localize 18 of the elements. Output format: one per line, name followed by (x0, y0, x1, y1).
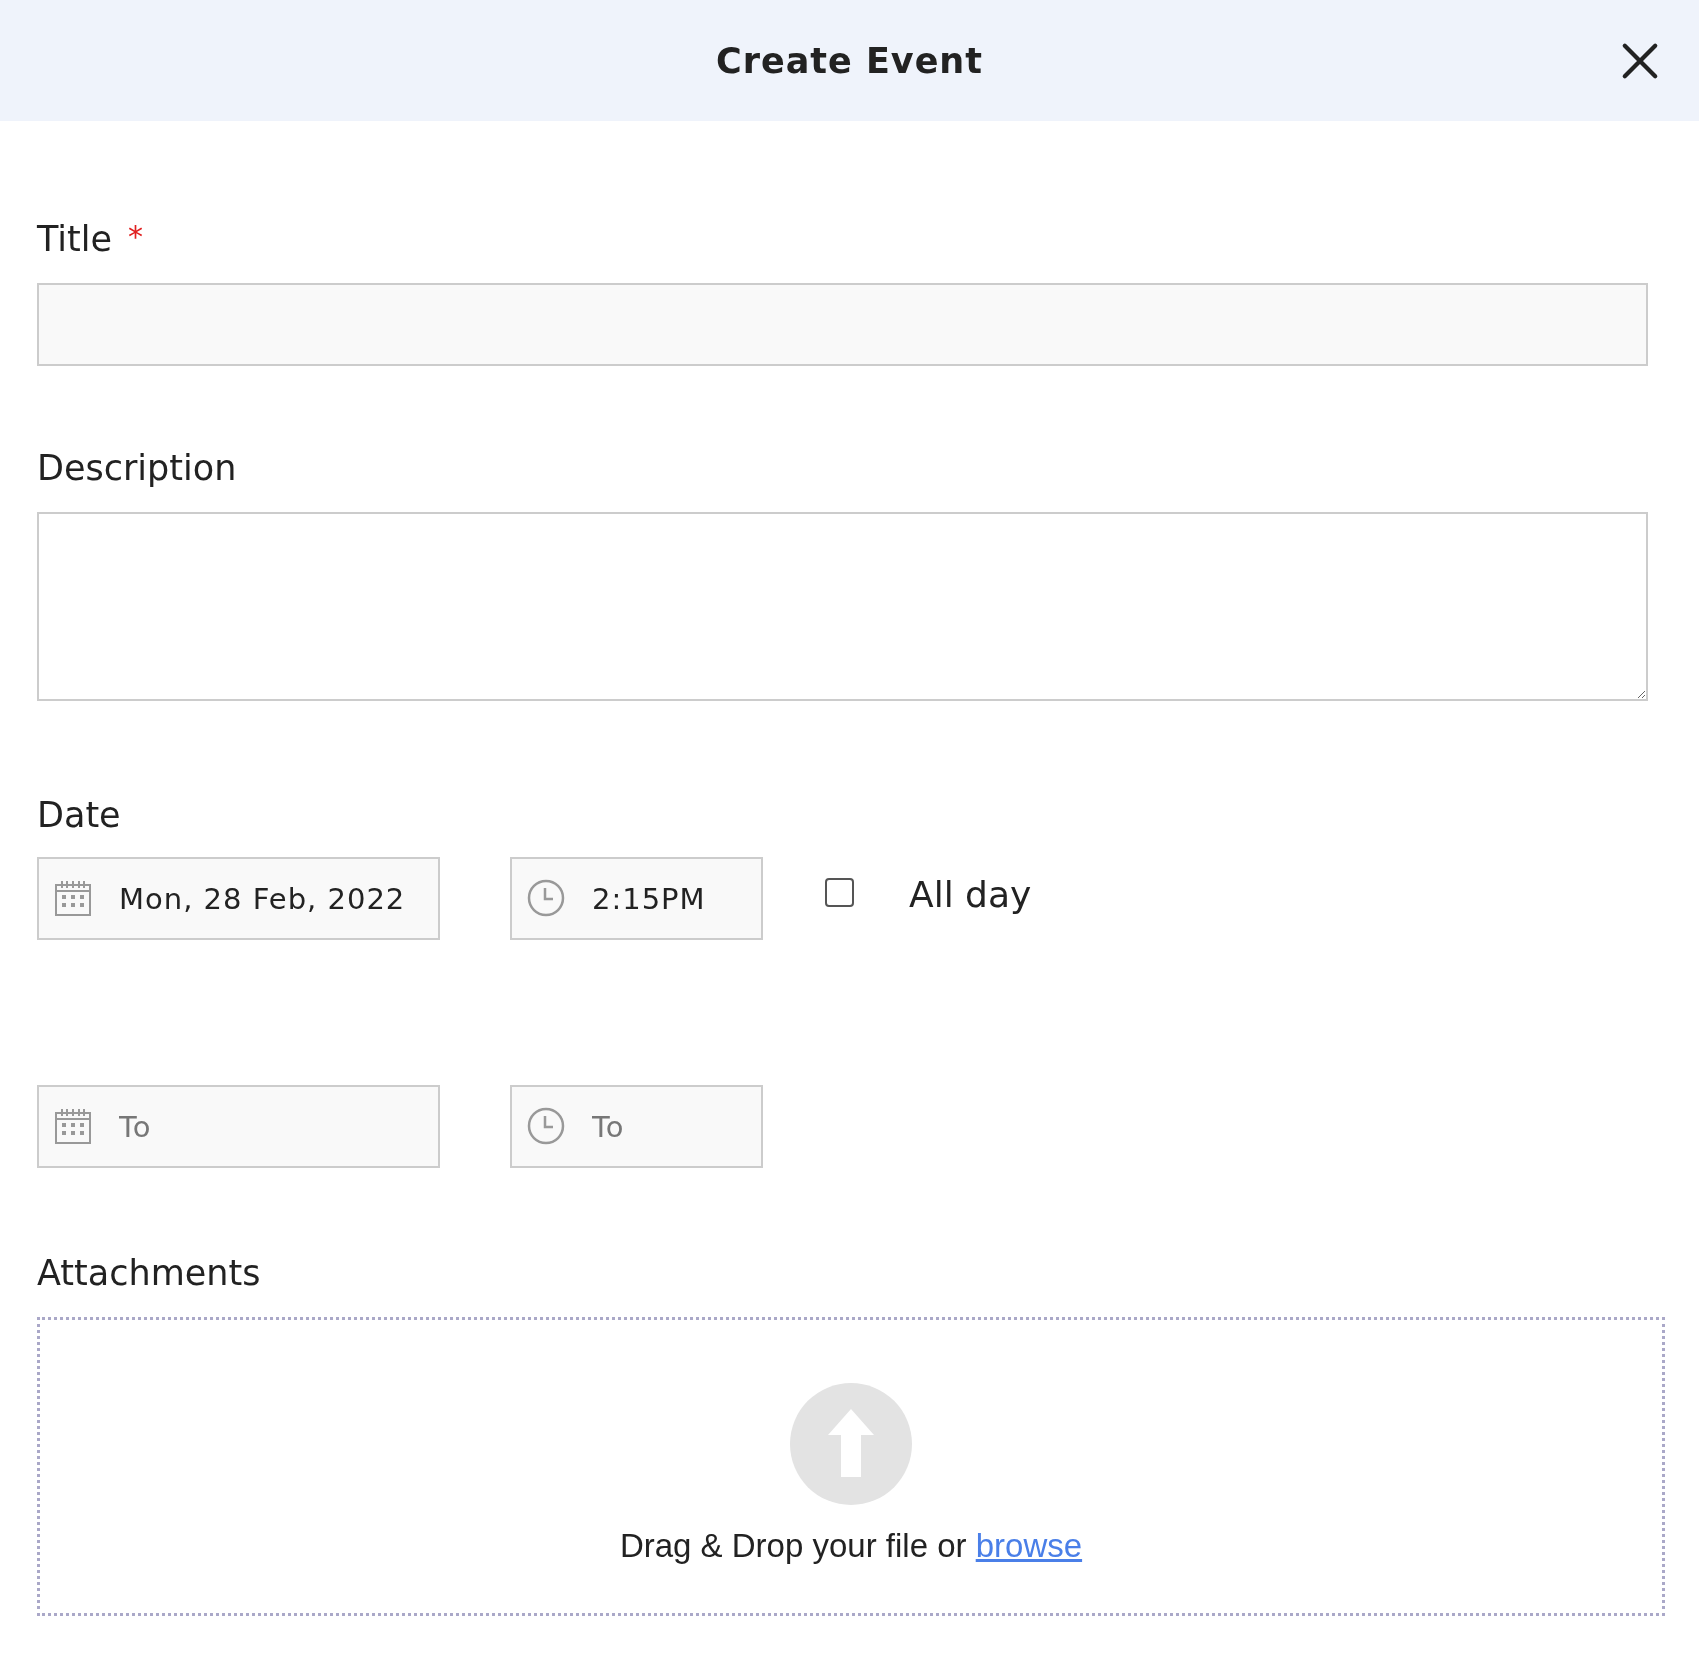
dialog-title: Create Event (715, 40, 984, 81)
field-label: Date (37, 795, 121, 835)
file-drop-zone[interactable]: Drag & Drop your file or browse (37, 1317, 1665, 1616)
start-date-field[interactable]: Mon, 28 Feb, 2022 (37, 857, 440, 940)
drop-instructions: Drag & Drop your file or browse (619, 1527, 1083, 1565)
required-mark: * (128, 219, 143, 254)
field-label: Attachments (37, 1253, 261, 1293)
field-label: Description (37, 448, 237, 488)
title-input[interactable] (37, 283, 1648, 366)
field-label: Title (37, 219, 112, 259)
all-day-checkbox[interactable] (825, 878, 854, 907)
end-date-field[interactable]: To (37, 1085, 440, 1168)
all-day-label: All day (909, 874, 1032, 915)
end-time-field[interactable]: To (510, 1085, 763, 1168)
browse-link[interactable]: browse (975, 1527, 1083, 1564)
close-icon[interactable] (1621, 42, 1659, 80)
upload-icon (790, 1383, 912, 1505)
start-time-field[interactable]: 2:15PM (510, 857, 763, 940)
